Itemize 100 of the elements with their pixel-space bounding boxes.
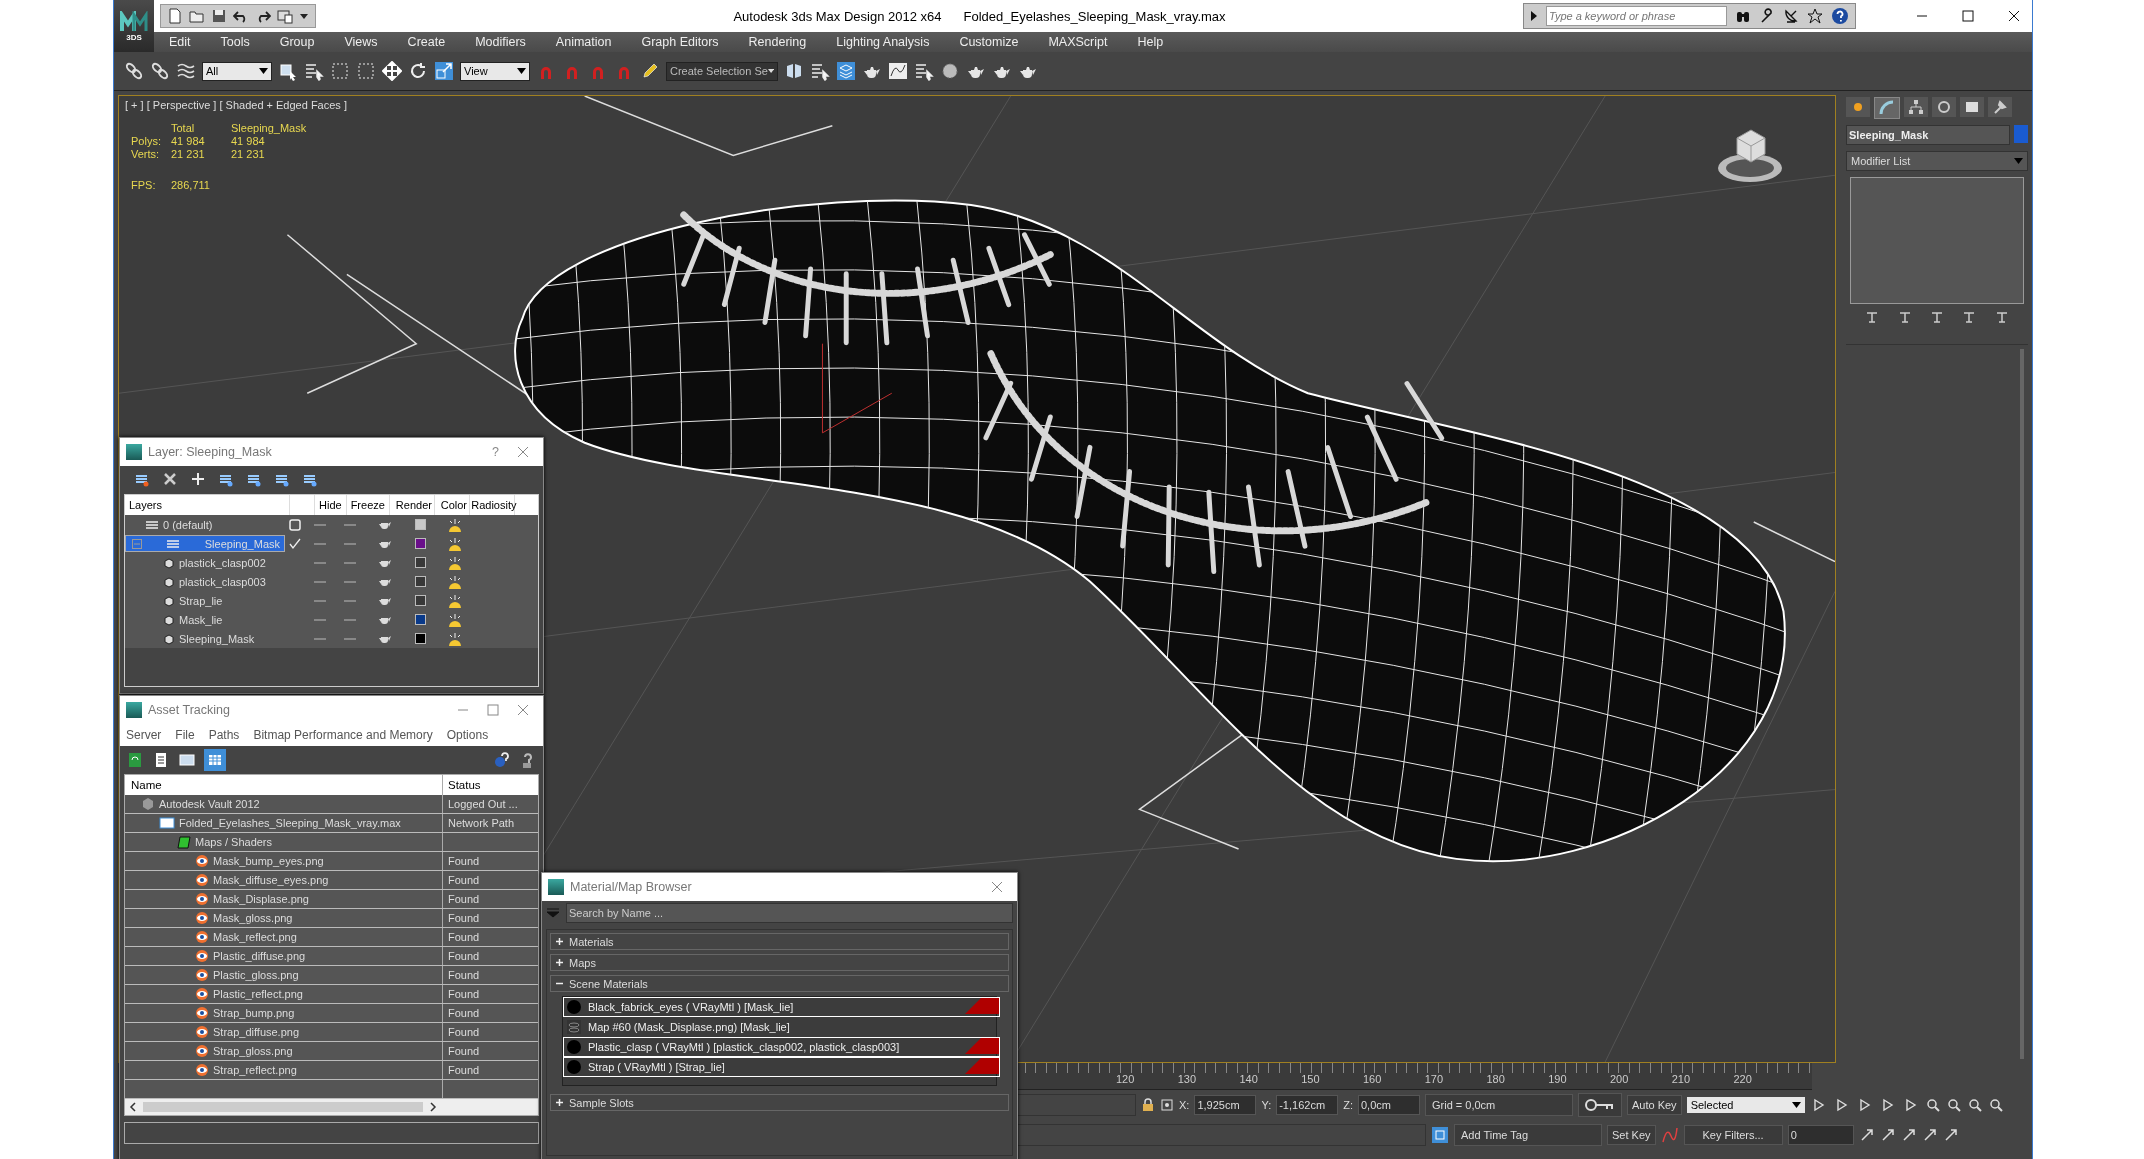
thumbnail-icon[interactable] — [178, 751, 196, 769]
add-time-tag-button[interactable]: Add Time Tag — [1454, 1124, 1602, 1146]
asset-name[interactable]: Strap_diffuse.png — [213, 1026, 300, 1038]
viewport-label[interactable]: [ + ] [ Perspective ] [ Shaded + Edged Faces ] — [125, 99, 347, 111]
save-icon[interactable] — [211, 8, 227, 24]
section-header[interactable]: Sample Slots — [550, 1094, 1009, 1111]
help-icon[interactable] — [1831, 7, 1849, 25]
scroll-left-icon[interactable] — [129, 1102, 137, 1112]
new-file-icon[interactable] — [167, 8, 183, 24]
menu-item[interactable]: Views — [329, 35, 393, 49]
key-filters-button[interactable]: Key Filters... — [1683, 1125, 1783, 1145]
menu-item[interactable]: Graph Editors — [626, 35, 734, 49]
radiosity-sun-icon[interactable] — [447, 555, 463, 570]
menu-item[interactable]: MAXScript — [1033, 35, 1123, 49]
path-field[interactable] — [124, 1122, 539, 1144]
project-folder-icon[interactable] — [277, 8, 293, 24]
menu-item[interactable]: Server — [126, 728, 162, 742]
z-coordinate-field[interactable]: 0,0cm — [1358, 1095, 1420, 1115]
menu-item[interactable]: Tools — [205, 35, 265, 49]
table-view-icon[interactable] — [204, 749, 226, 771]
teapot-icon[interactable] — [378, 576, 392, 587]
open-folder-icon[interactable] — [189, 8, 205, 24]
freeze-toggle[interactable] — [344, 523, 356, 526]
material-item[interactable]: Black_fabrick_eyes ( VRayMtl ) [Mask_lie] — [563, 997, 1000, 1017]
layer-color-swatch[interactable] — [414, 595, 426, 606]
section-header[interactable]: Maps — [550, 954, 1009, 971]
asset-name[interactable]: Plastic_gloss.png — [213, 969, 299, 981]
freeze-toggle[interactable] — [344, 542, 356, 545]
asset-name[interactable]: Mask_reflect.png — [213, 931, 297, 943]
current-frame-field[interactable]: 0 — [1787, 1125, 1854, 1145]
radiosity-sun-icon[interactable] — [447, 612, 463, 627]
radiosity-sun-icon[interactable] — [447, 631, 463, 646]
layer-color-swatch[interactable] — [414, 576, 426, 587]
command-panel-tab[interactable] — [1932, 97, 1956, 117]
freeze-toggle[interactable] — [344, 618, 356, 621]
key-mode-dropdown[interactable]: Selected — [1686, 1097, 1805, 1113]
asset-name[interactable]: Strap_bump.png — [213, 1007, 295, 1019]
close-icon[interactable] — [2008, 10, 2020, 22]
layer-color-swatch[interactable] — [414, 519, 426, 530]
teapot-icon[interactable] — [378, 595, 392, 606]
scrollbar[interactable] — [2020, 349, 2024, 1059]
menu-item[interactable]: Customize — [944, 35, 1034, 49]
x-coordinate-field[interactable]: 1,925cm — [1194, 1095, 1257, 1115]
modifier-stack-box[interactable] — [1850, 177, 2024, 304]
asset-name[interactable]: Mask_bump_eyes.png — [213, 855, 324, 867]
named-selection-dropdown[interactable]: Create Selection Se — [666, 61, 778, 81]
wrench-icon[interactable] — [1759, 8, 1775, 24]
command-panel-tab[interactable] — [1904, 97, 1928, 117]
teapot-icon[interactable] — [378, 614, 392, 625]
layer-row[interactable]: Sleeping_Mask — [125, 535, 285, 552]
menu-item[interactable]: File — [175, 728, 195, 742]
auto-key-button[interactable]: Auto Key — [1627, 1095, 1682, 1115]
menu-item[interactable]: Rendering — [733, 35, 822, 49]
horizontal-scrollbar[interactable] — [125, 1099, 538, 1115]
refresh-icon[interactable] — [126, 751, 144, 769]
scrollbar-thumb[interactable] — [143, 1102, 423, 1112]
column-header[interactable]: Status — [443, 779, 538, 791]
hide-toggle[interactable] — [314, 618, 326, 621]
asset-name[interactable]: Plastic_reflect.png — [213, 988, 303, 1000]
asset-name[interactable]: Mask_Displase.png — [213, 893, 309, 905]
asset-name[interactable]: Strap_gloss.png — [213, 1045, 293, 1057]
asset-name[interactable]: Folded_Eyelashes_Sleeping_Mask_vray.max — [179, 817, 401, 829]
layer-color-swatch[interactable] — [414, 614, 426, 625]
help-globe-icon[interactable] — [493, 751, 511, 769]
plus-icon[interactable] — [190, 471, 206, 487]
hide-toggle[interactable] — [314, 561, 326, 564]
search-field[interactable]: Type a keyword or phrase — [1546, 6, 1727, 26]
maximize-icon[interactable] — [1962, 10, 1974, 22]
menu-item[interactable]: Bitmap Performance and Memory — [253, 728, 433, 742]
zoom-extents-all-icon[interactable] — [1987, 1097, 2004, 1113]
hide-toggle[interactable] — [314, 580, 326, 583]
asset-name[interactable]: Autodesk Vault 2012 — [159, 798, 260, 810]
modifier-list-dropdown[interactable]: Modifier List — [1846, 151, 2028, 171]
time-tag-icon[interactable] — [1431, 1126, 1449, 1144]
zoom-extents-icon[interactable] — [1966, 1097, 1983, 1113]
layer-color-swatch[interactable] — [414, 633, 426, 644]
object-color-swatch[interactable] — [2014, 125, 2028, 143]
expand-arrow-icon[interactable] — [1530, 10, 1538, 22]
freeze-toggle[interactable] — [344, 637, 356, 640]
asset-name[interactable]: Mask_gloss.png — [213, 912, 293, 924]
help-button[interactable]: ? — [492, 445, 499, 459]
hide-toggle[interactable] — [314, 523, 326, 526]
app-logo-button[interactable]: 3DS — [114, 0, 154, 52]
hide-toggle[interactable] — [314, 542, 326, 545]
material-item[interactable]: Map #60 (Mask_Displase.png) [Mask_lie] — [563, 1017, 996, 1037]
layer-color-swatch[interactable] — [414, 557, 426, 568]
teapot-icon[interactable] — [378, 538, 392, 549]
menu-item[interactable]: Modifiers — [460, 35, 541, 49]
menu-item[interactable]: Edit — [154, 35, 206, 49]
section-header[interactable]: Scene Materials — [550, 975, 1009, 992]
key-button[interactable] — [1578, 1093, 1622, 1117]
menu-item[interactable]: Group — [264, 35, 330, 49]
selection-filter-dropdown[interactable]: All — [202, 61, 272, 81]
scroll-right-icon[interactable] — [429, 1102, 437, 1112]
satellite-icon[interactable] — [1783, 8, 1799, 24]
set-key-button[interactable]: Set Key — [1607, 1125, 1656, 1145]
menu-item[interactable]: Create — [392, 35, 461, 49]
star-icon[interactable] — [1807, 8, 1823, 24]
command-panel-tab[interactable] — [1874, 97, 1900, 119]
menu-item[interactable]: Paths — [208, 728, 240, 742]
